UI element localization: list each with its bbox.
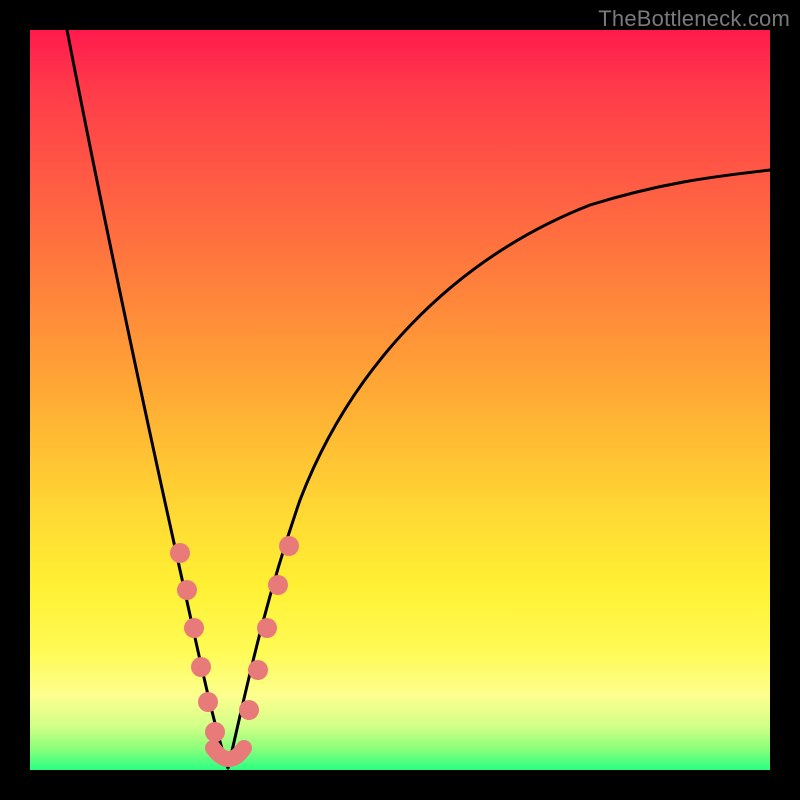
chart-frame: TheBottleneck.com: [0, 0, 800, 800]
bead: [205, 722, 225, 742]
bead: [191, 657, 211, 677]
bead: [170, 543, 190, 563]
watermark-text: TheBottleneck.com: [598, 6, 790, 32]
bead: [177, 580, 197, 600]
valley-arc: [213, 748, 244, 759]
curve-layer: [30, 30, 770, 770]
bead: [184, 618, 204, 638]
bottleneck-curve-right: [228, 170, 770, 768]
bead-cluster-right: [239, 536, 299, 720]
plot-area: [30, 30, 770, 770]
bead: [279, 536, 299, 556]
bead: [198, 692, 218, 712]
bead: [239, 700, 259, 720]
bead: [248, 660, 268, 680]
bead: [268, 575, 288, 595]
bead: [257, 618, 277, 638]
bottleneck-curve-left: [67, 30, 228, 768]
